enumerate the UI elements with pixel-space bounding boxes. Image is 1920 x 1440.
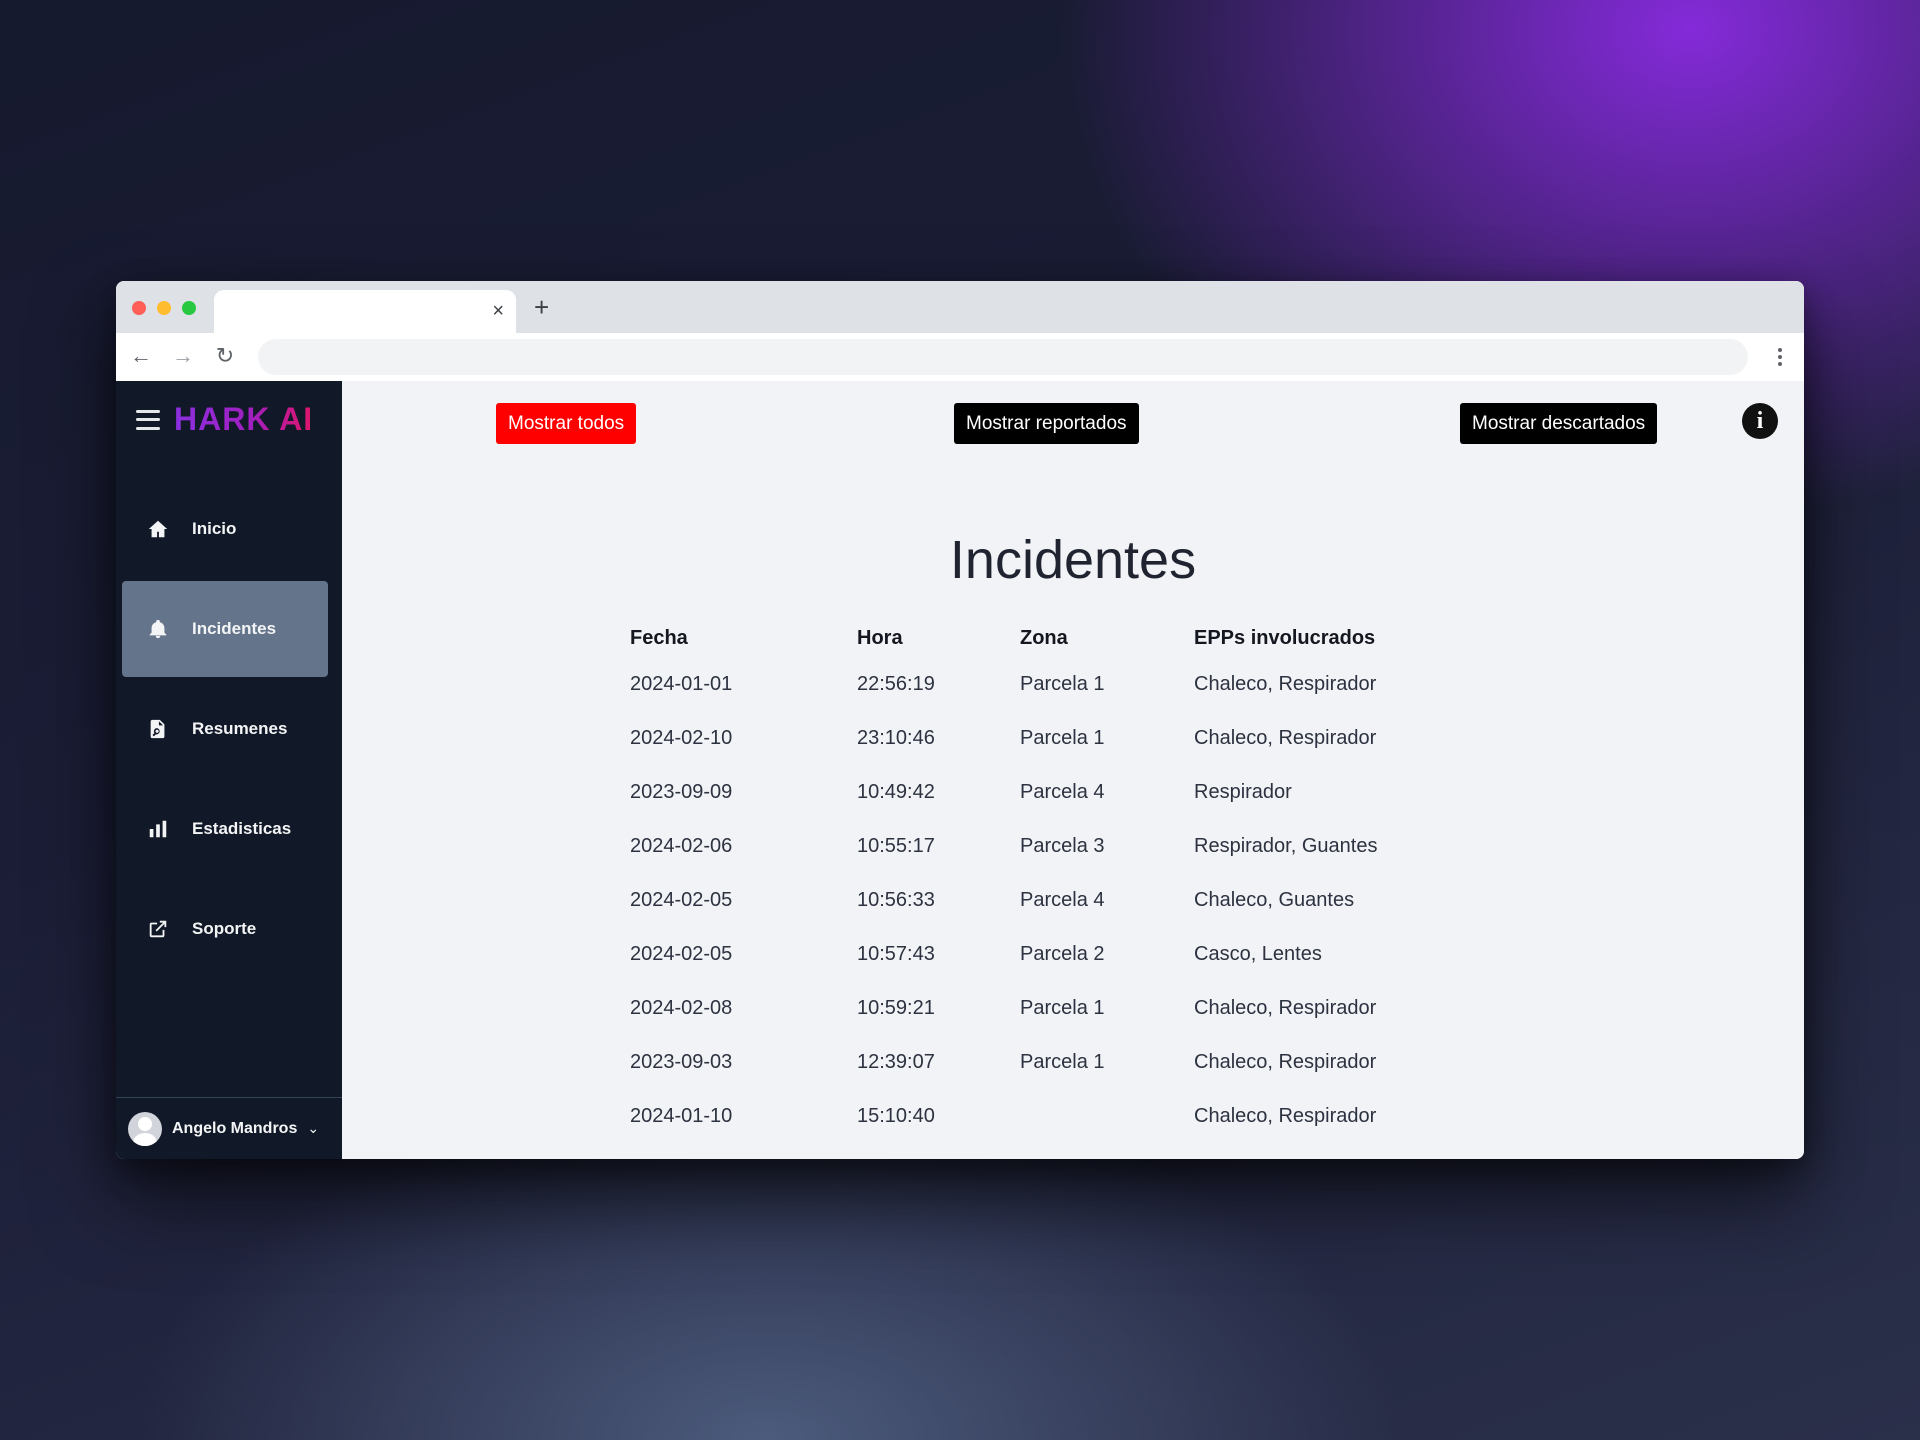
table-row[interactable]: 2024-02-10 23:10:46 Parcela 1 Chaleco, R… [630, 711, 1454, 765]
sidebar-nav: Inicio Incidentes Resumenes Estadisticas… [122, 481, 328, 981]
browser-menu-icon[interactable] [1770, 342, 1790, 372]
cell-zona: Parcela 1 [1020, 726, 1105, 749]
cell-epps: Chaleco, Respirador [1194, 672, 1377, 695]
column-header-fecha[interactable]: Fecha [630, 619, 857, 657]
sidebar-item-label: Soporte [192, 919, 257, 938]
cell-fecha: 2024-02-08 [630, 996, 733, 1019]
bar-chart-icon [146, 817, 170, 841]
cell-hora: 10:59:21 [857, 996, 935, 1019]
sidebar-header: HARK AI [136, 401, 313, 438]
chevron-down-icon: ⌄ [307, 1120, 320, 1136]
back-arrow-icon[interactable]: ← [126, 341, 156, 371]
external-link-icon [146, 917, 170, 941]
table-row[interactable]: 2024-02-08 10:59:21 Parcela 1 Chaleco, R… [630, 981, 1454, 1035]
minimize-window-button[interactable] [157, 301, 171, 315]
show-all-button[interactable]: Mostrar todos [496, 403, 637, 444]
main-content: Mostrar todos Mostrar reportados Mostrar… [342, 381, 1804, 1159]
cell-epps: Casco, Lentes [1194, 942, 1322, 965]
close-window-button[interactable] [132, 301, 146, 315]
cell-epps: Chaleco, Respirador [1194, 996, 1377, 1019]
sidebar-item-label: Resumenes [192, 719, 288, 738]
sidebar-item-inicio[interactable]: Inicio [122, 481, 328, 577]
sidebar-item-soporte[interactable]: Soporte [122, 881, 328, 977]
sidebar-item-estadisticas[interactable]: Estadisticas [122, 781, 328, 877]
column-header-zona[interactable]: Zona [1020, 619, 1194, 657]
table-row[interactable]: 2024-02-05 10:56:33 Parcela 4 Chaleco, G… [630, 873, 1454, 927]
address-bar[interactable] [258, 339, 1748, 375]
cell-fecha: 2024-02-05 [630, 888, 733, 911]
cell-fecha: 2023-09-09 [630, 780, 733, 803]
cell-zona: Parcela 4 [1020, 780, 1105, 803]
cell-epps: Chaleco, Respirador [1194, 1104, 1377, 1127]
show-discarded-button[interactable]: Mostrar descartados [1460, 403, 1658, 444]
cell-epps: Chaleco, Guantes [1194, 888, 1355, 911]
cell-epps: Respirador, Guantes [1194, 834, 1378, 857]
cell-hora: 10:49:42 [857, 780, 935, 803]
app: HARK AI Inicio Incidentes Resumenes Esta… [116, 381, 1804, 1159]
table-row[interactable]: 2024-01-01 22:56:19 Parcela 1 Chaleco, R… [630, 657, 1454, 711]
cell-epps: Respirador [1194, 780, 1292, 803]
cell-zona: Parcela 3 [1020, 834, 1105, 857]
cell-fecha: 2024-02-06 [630, 834, 733, 857]
cell-fecha: 2024-01-01 [630, 672, 733, 695]
cell-hora: 15:10:40 [857, 1104, 935, 1127]
table-row[interactable]: 2023-09-03 12:39:07 Parcela 1 Chaleco, R… [630, 1035, 1454, 1089]
table-row[interactable]: 2024-02-05 10:57:43 Parcela 2 Casco, Len… [630, 927, 1454, 981]
home-icon [146, 517, 170, 541]
window-controls [132, 301, 196, 315]
table-row[interactable]: 2024-02-06 10:55:17 Parcela 3 Respirador… [630, 819, 1454, 873]
browser-tab[interactable]: × [214, 290, 516, 333]
cell-hora: 10:56:33 [857, 888, 935, 911]
sidebar-item-label: Incidentes [192, 619, 277, 638]
cell-hora: 12:39:07 [857, 1050, 935, 1073]
new-tab-button[interactable]: + [534, 293, 549, 321]
info-icon[interactable]: i [1742, 403, 1778, 439]
browser-window: × + ← → ↻ HARK AI Inicio Incidentes Resu… [116, 281, 1804, 1159]
cell-hora: 23:10:46 [857, 726, 935, 749]
sidebar: HARK AI Inicio Incidentes Resumenes Esta… [116, 381, 342, 1159]
table-row[interactable]: 2024-01-10 15:10:40 Chaleco, Respirador [630, 1089, 1454, 1143]
cell-zona: Parcela 1 [1020, 996, 1105, 1019]
avatar [128, 1111, 162, 1146]
incidents-table: Fecha Hora Zona EPPs involucrados 2024-0… [630, 619, 1454, 1143]
cell-hora: 22:56:19 [857, 672, 935, 695]
tab-strip: × + [116, 281, 1804, 333]
hamburger-menu-icon[interactable] [136, 409, 160, 430]
page-title: Incidentes [949, 530, 1197, 590]
cell-fecha: 2024-02-10 [630, 726, 733, 749]
maximize-window-button[interactable] [182, 301, 196, 315]
user-name: Angelo Mandros [172, 1119, 298, 1137]
reload-icon[interactable]: ↻ [210, 341, 240, 371]
cell-epps: Chaleco, Respirador [1194, 1050, 1377, 1073]
column-header-epps[interactable]: EPPs involucrados [1194, 619, 1454, 657]
cell-zona: Parcela 4 [1020, 888, 1105, 911]
cell-hora: 10:57:43 [857, 942, 935, 965]
app-logo: HARK AI [174, 401, 314, 437]
cell-zona: Parcela 2 [1020, 942, 1105, 965]
cell-epps: Chaleco, Respirador [1194, 726, 1377, 749]
bell-icon [146, 617, 170, 641]
show-reported-button[interactable]: Mostrar reportados [954, 403, 1139, 444]
sidebar-item-label: Inicio [192, 519, 237, 538]
cell-fecha: 2024-01-10 [630, 1104, 733, 1127]
cell-fecha: 2023-09-03 [630, 1050, 733, 1073]
cell-zona: Parcela 1 [1020, 1050, 1105, 1073]
table-row[interactable]: 2023-09-09 10:49:42 Parcela 4 Respirador [630, 765, 1454, 819]
forward-arrow-icon[interactable]: → [168, 341, 198, 371]
cell-zona [1020, 1089, 1194, 1143]
cell-zona: Parcela 1 [1020, 672, 1105, 695]
table-header-row: Fecha Hora Zona EPPs involucrados [630, 619, 1454, 657]
document-search-icon [146, 717, 170, 741]
tab-close-icon[interactable]: × [492, 300, 504, 322]
sidebar-item-incidentes[interactable]: Incidentes [122, 581, 328, 677]
browser-toolbar: ← → ↻ [116, 333, 1804, 382]
user-menu[interactable]: Angelo Mandros ⌄ [116, 1097, 342, 1159]
sidebar-item-resumenes[interactable]: Resumenes [122, 681, 328, 777]
cell-hora: 10:55:17 [857, 834, 935, 857]
cell-fecha: 2024-02-05 [630, 942, 733, 965]
column-header-hora[interactable]: Hora [857, 619, 1020, 657]
sidebar-item-label: Estadisticas [192, 819, 292, 838]
